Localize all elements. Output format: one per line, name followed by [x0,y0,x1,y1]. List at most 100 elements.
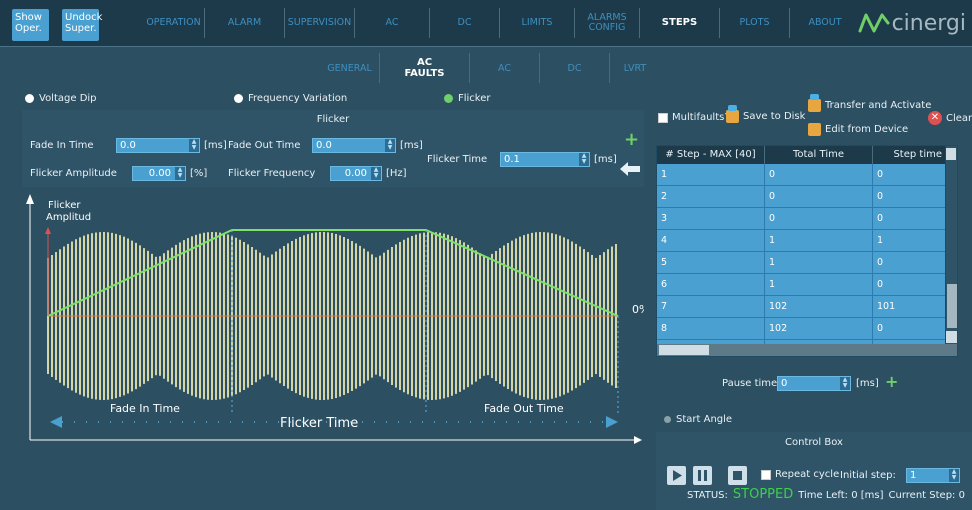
scroll-up-icon[interactable] [946,148,956,160]
save-to-disk-button[interactable]: Save to Disk [726,105,805,123]
table-header: # Step - MAX [40] Total Time Step time [657,146,957,164]
subtab-dc[interactable]: DC [540,53,610,83]
fade-in-input[interactable]: 0.0 ▲ ▼ [116,138,200,153]
scroll-thumb[interactable] [947,284,957,328]
table-cell[interactable]: 3 [657,208,765,229]
subtab-ac[interactable]: AC [470,53,540,83]
left-arrow-icon [50,416,62,428]
spin-arrows-icon[interactable]: ▲ ▼ [189,139,199,152]
table-cell[interactable]: 6 [657,274,765,295]
table-cell[interactable]: 0 [765,208,873,229]
tab-steps[interactable]: STEPS [640,8,720,38]
spin-arrows-icon[interactable]: ▲ ▼ [840,377,850,390]
transfer-activate-button[interactable]: Transfer and Activate [808,94,931,112]
tab-dc[interactable]: DC [430,8,500,38]
table-row[interactable]: 8 102 0 [657,318,947,340]
horizontal-scrollbar[interactable] [657,344,957,356]
tab-about[interactable]: ABOUT [790,8,860,38]
fade-out-input[interactable]: 0.0 ▲ ▼ [312,138,396,153]
table-cell[interactable]: 4 [657,230,765,251]
add-icon[interactable]: + [624,131,639,149]
tab-limits[interactable]: LIMITS [500,8,575,38]
table-cell[interactable]: 8 [657,318,765,339]
radio-voltage-dip[interactable]: Voltage Dip [25,93,97,104]
table-row[interactable]: 200 [657,186,947,208]
spin-arrows-icon[interactable]: ▲ ▼ [949,469,959,482]
table-row[interactable]: 300 [657,208,947,230]
table-cell[interactable]: 1 [873,230,947,251]
spin-arrows-icon[interactable]: ▲ ▼ [579,153,589,166]
flicker-diagram: Flicker Amplitud 0% Fade In Time Fade Ou… [22,190,649,445]
subtab-general[interactable]: GENERAL [320,53,380,83]
initial-step-input[interactable]: 1 ▲ ▼ [906,468,960,483]
table-cell[interactable]: 102 [765,296,873,317]
table-row[interactable]: 610 [657,274,947,296]
tab-supervision[interactable]: SUPERVISION [285,8,355,38]
fade-out-caption: Fade Out Time [484,402,564,415]
top-navigation: Show Oper. Undock Super. OPERATION ALARM… [0,0,972,46]
table-cell[interactable]: 5 [657,252,765,273]
radio-dot [25,94,34,103]
table-cell[interactable]: 1 [765,274,873,295]
radio-flicker[interactable]: Flicker [444,93,491,104]
spin-arrows-icon[interactable]: ▲ ▼ [385,139,395,152]
clear-button[interactable]: ✕ Clear [928,111,972,125]
fade-out-value: 0.0 [316,140,332,151]
table-cell[interactable]: 1 [765,230,873,251]
table-cell[interactable]: 1 [657,164,765,185]
back-arrow-icon[interactable] [620,162,640,179]
repeat-cycle-checkbox[interactable]: Repeat cycle [761,469,839,480]
table-cell[interactable]: 0 [873,274,947,295]
frequency-input[interactable]: 0.00 ▲ ▼ [330,166,382,181]
pause-button[interactable] [693,466,712,485]
radio-frequency-variation[interactable]: Frequency Variation [234,93,347,104]
multifaults-checkbox[interactable]: Multifaults? [658,112,730,123]
tab-alarms-config[interactable]: ALARMS CONFIG [575,8,640,38]
header-step[interactable]: # Step - MAX [40] [657,146,765,164]
pause-time-input[interactable]: 0 ▲ ▼ [777,376,851,391]
table-cell[interactable]: 0 [873,252,947,273]
header-total-time[interactable]: Total Time [765,146,873,164]
start-angle-option[interactable]: Start Angle [664,414,732,425]
subtab-ac-faults[interactable]: AC FAULTS [380,53,470,83]
flicker-time-input[interactable]: 0.1 ▲ ▼ [500,152,590,167]
current-step: Current Step: 0 [888,490,965,501]
add-pause-icon[interactable]: + [885,372,898,391]
box-edit-icon [808,123,821,136]
header-step-time[interactable]: Step time [873,146,947,164]
table-cell[interactable]: 102 [765,318,873,339]
tab-ac[interactable]: AC [355,8,430,38]
table-cell[interactable]: 0 [765,186,873,207]
edit-from-device-button[interactable]: Edit from Device [808,123,908,136]
play-button[interactable] [667,466,686,485]
stop-button[interactable] [728,466,747,485]
show-oper-button[interactable]: Show Oper. [12,9,49,41]
frequency-label: Flicker Frequency [228,168,316,179]
table-cell[interactable]: 7 [657,296,765,317]
table-cell[interactable]: 0 [873,318,947,339]
table-cell[interactable]: 0 [873,208,947,229]
spin-arrows-icon[interactable]: ▲ ▼ [175,167,185,180]
table-cell[interactable]: 0 [873,164,947,185]
status-label: STATUS: [687,490,728,501]
table-cell[interactable]: 0 [873,186,947,207]
table-row[interactable]: 411 [657,230,947,252]
spin-arrows-icon[interactable]: ▲ ▼ [371,167,381,180]
undock-super-button[interactable]: Undock Super. [62,9,102,41]
tab-plots[interactable]: PLOTS [720,8,790,38]
amplitude-input[interactable]: 0.00 ▲ ▼ [132,166,186,181]
vertical-scrollbar[interactable] [945,146,957,344]
table-row[interactable]: 100 [657,164,947,186]
table-row[interactable]: 7 102 101 [657,296,947,318]
tab-alarm[interactable]: ALARM [205,8,285,38]
table-cell[interactable]: 0 [765,164,873,185]
subtab-lvrt[interactable]: LVRT [610,53,660,83]
table-row[interactable]: 510 [657,252,947,274]
table-cell[interactable]: 101 [873,296,947,317]
tab-operation[interactable]: OPERATION [143,8,205,38]
table-cell[interactable]: 2 [657,186,765,207]
scroll-down-icon[interactable] [946,331,957,343]
table-cell[interactable]: 1 [765,252,873,273]
show-oper-line1: Show [15,12,42,23]
hscroll-thumb[interactable] [659,345,709,355]
